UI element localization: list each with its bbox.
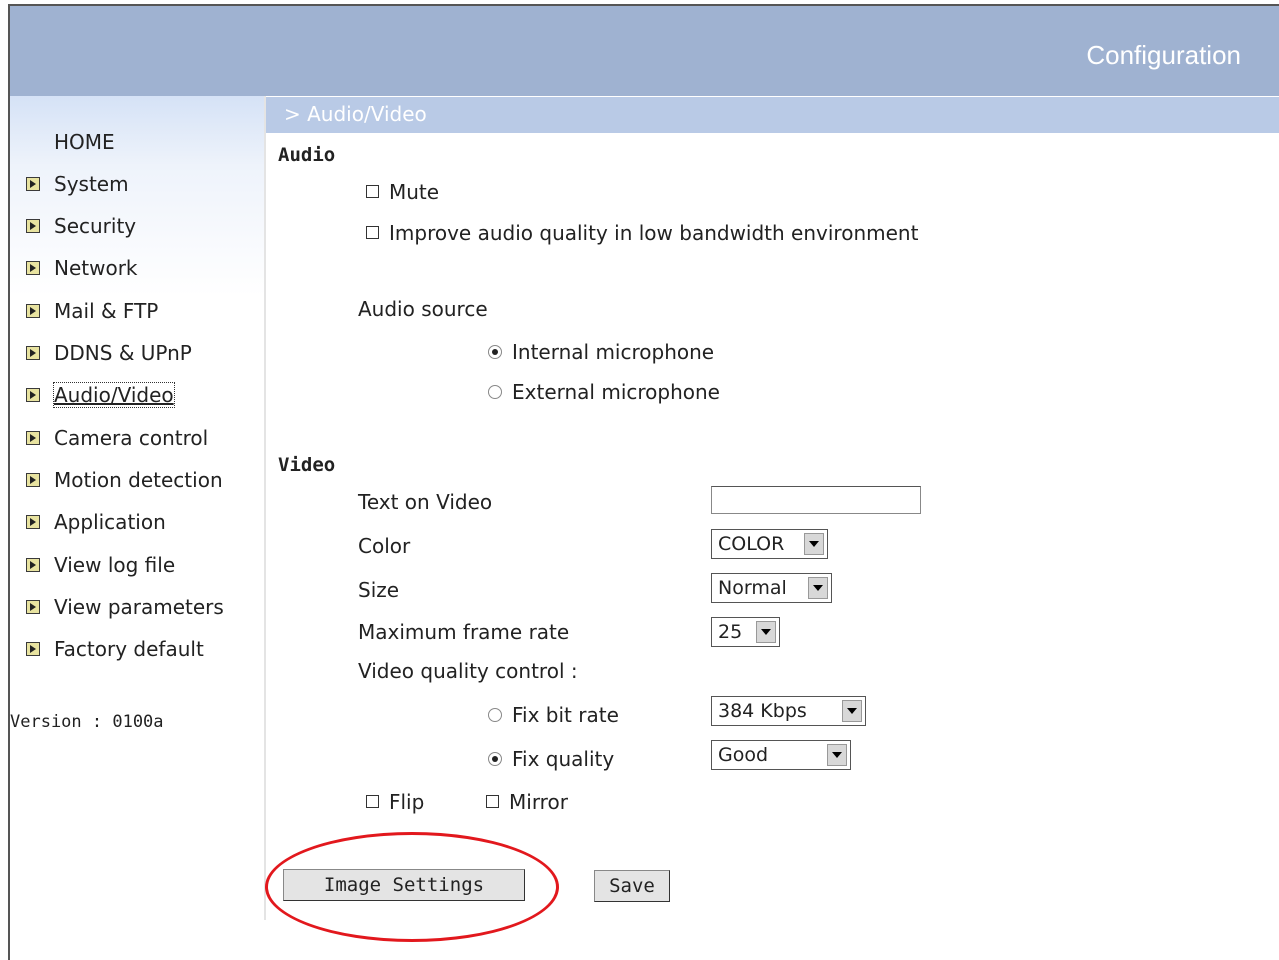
sidebar-item-label: Factory default: [54, 637, 204, 661]
sidebar-item-view-parameters[interactable]: View parameters: [10, 593, 224, 621]
improve-audio-label: Improve audio quality in low bandwidth e…: [389, 221, 919, 245]
arrow-right-icon: [26, 388, 40, 402]
mute-checkbox[interactable]: [366, 185, 379, 198]
sidebar-item-motion-detection[interactable]: Motion detection: [10, 466, 223, 494]
improve-audio-option[interactable]: Improve audio quality in low bandwidth e…: [366, 221, 918, 245]
fix-quality-option[interactable]: Fix quality: [488, 747, 614, 771]
improve-audio-checkbox[interactable]: [366, 226, 379, 239]
sidebar-item-mail-ftp[interactable]: Mail & FTP: [10, 297, 158, 325]
arrow-right-icon: [26, 346, 40, 360]
sidebar-item-label: DDNS & UPnP: [54, 341, 192, 365]
arrow-right-icon: [26, 431, 40, 445]
color-label: Color: [358, 534, 411, 558]
color-select-value: COLOR: [718, 533, 785, 555]
fix-quality-label: Fix quality: [512, 747, 615, 771]
arrow-right-icon: [26, 515, 40, 529]
internal-mic-label: Internal microphone: [512, 340, 715, 364]
arrow-right-icon: [26, 600, 40, 614]
header-bar: Configuration: [10, 6, 1279, 96]
arrow-right-icon: [26, 261, 40, 275]
mirror-label: Mirror: [509, 790, 568, 814]
color-select[interactable]: COLOR: [711, 529, 828, 559]
external-mic-radio[interactable]: [488, 384, 502, 399]
external-mic-option[interactable]: External microphone: [488, 380, 720, 404]
breadcrumb: > Audio/Video: [266, 97, 1279, 133]
breadcrumb-text: > Audio/Video: [284, 102, 427, 126]
sidebar-item-label: System: [54, 172, 129, 196]
fix-quality-radio[interactable]: [488, 751, 502, 766]
sidebar-item-factory-default[interactable]: Factory default: [10, 635, 204, 663]
internal-mic-radio[interactable]: [488, 344, 502, 359]
mute-label: Mute: [389, 180, 440, 204]
flip-checkbox[interactable]: [366, 795, 379, 808]
version-text: Version : 0100a: [10, 712, 164, 732]
sidebar-item-network[interactable]: Network: [10, 254, 138, 282]
video-quality-control-label: Video quality control :: [358, 659, 578, 683]
quality-select[interactable]: Good: [711, 740, 851, 770]
sidebar-item-label: View parameters: [54, 595, 224, 619]
arrow-right-icon: [26, 558, 40, 572]
sidebar-item-label: Mail & FTP: [54, 299, 159, 323]
arrow-right-icon: [26, 473, 40, 487]
fix-bitrate-radio[interactable]: [488, 707, 502, 722]
fix-bitrate-option[interactable]: Fix bit rate: [488, 703, 619, 727]
bitrate-select[interactable]: 384 Kbps: [711, 696, 866, 726]
chevron-down-icon[interactable]: [827, 744, 847, 766]
size-label: Size: [358, 578, 400, 602]
arrow-right-icon: [26, 642, 40, 656]
sidebar-item-label: Camera control: [54, 426, 209, 450]
sidebar-item-view-log-file[interactable]: View log file: [10, 551, 175, 579]
chevron-down-icon[interactable]: [756, 621, 776, 643]
arrow-right-icon: [26, 219, 40, 233]
frame-rate-select-value: 25: [718, 621, 743, 643]
save-button[interactable]: Save: [594, 870, 670, 902]
sidebar-item-home[interactable]: HOME: [54, 130, 115, 154]
sidebar-item-ddns-upnp[interactable]: DDNS & UPnP: [10, 339, 192, 367]
sidebar-item-label: Security: [54, 214, 137, 238]
text-on-video-input[interactable]: [711, 486, 921, 514]
sidebar: HOME System Security Network Mail & FTP …: [10, 96, 264, 960]
sidebar-divider: [264, 96, 266, 920]
sidebar-item-label: Application: [54, 510, 166, 534]
chevron-down-icon[interactable]: [808, 577, 828, 599]
flip-option[interactable]: Flip: [366, 790, 424, 814]
sidebar-item-security[interactable]: Security: [10, 212, 136, 240]
flip-label: Flip: [389, 790, 425, 814]
size-select[interactable]: Normal: [711, 573, 832, 603]
internal-mic-option[interactable]: Internal microphone: [488, 340, 714, 364]
sidebar-item-system[interactable]: System: [10, 170, 129, 198]
arrow-right-icon: [26, 177, 40, 191]
chevron-down-icon[interactable]: [804, 533, 824, 555]
frame-rate-select[interactable]: 25: [711, 617, 780, 647]
audio-source-label: Audio source: [358, 297, 488, 321]
mirror-option[interactable]: Mirror: [486, 790, 568, 814]
chevron-down-icon[interactable]: [842, 700, 862, 722]
fix-bitrate-label: Fix bit rate: [512, 703, 619, 727]
video-heading: Video: [278, 454, 336, 476]
text-on-video-label: Text on Video: [358, 490, 493, 514]
arrow-right-icon: [26, 304, 40, 318]
quality-select-value: Good: [718, 744, 769, 766]
max-frame-rate-label: Maximum frame rate: [358, 620, 570, 644]
sidebar-item-audio-video[interactable]: Audio/Video: [10, 381, 175, 409]
sidebar-item-label: Motion detection: [54, 468, 223, 492]
mirror-checkbox[interactable]: [486, 795, 499, 808]
mute-option[interactable]: Mute: [366, 180, 439, 204]
sidebar-item-label: Audio/Video: [53, 382, 175, 408]
sidebar-item-camera-control[interactable]: Camera control: [10, 424, 208, 452]
sidebar-item-application[interactable]: Application: [10, 508, 166, 536]
sidebar-item-label: View log file: [54, 553, 176, 577]
size-select-value: Normal: [718, 577, 787, 599]
sidebar-item-label: Network: [54, 256, 138, 280]
page-title: Configuration: [1086, 40, 1241, 70]
audio-heading: Audio: [278, 144, 336, 166]
bitrate-select-value: 384 Kbps: [718, 700, 807, 722]
image-settings-button[interactable]: Image Settings: [283, 869, 525, 901]
external-mic-label: External microphone: [512, 380, 720, 404]
